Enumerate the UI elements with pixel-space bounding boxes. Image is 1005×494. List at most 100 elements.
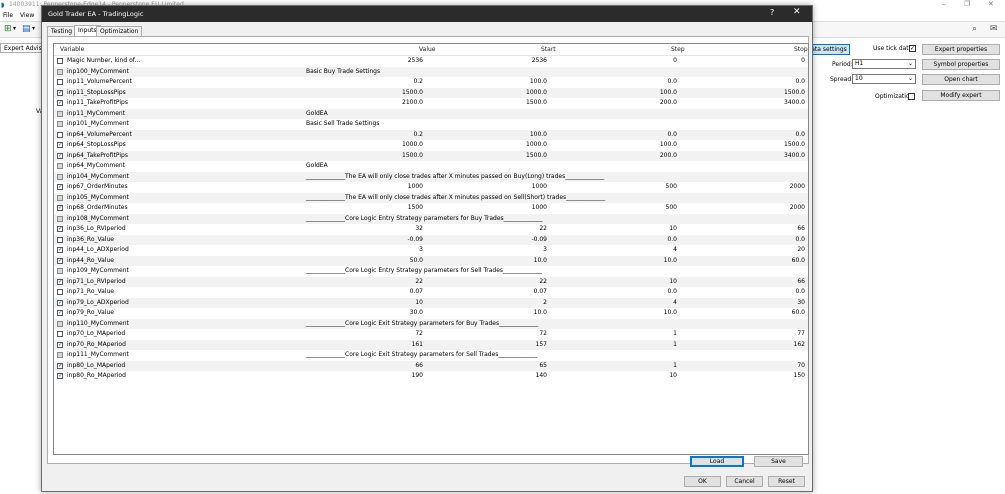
- step-cell[interactable]: 10: [669, 277, 677, 287]
- start-cell[interactable]: 10.0: [534, 256, 547, 266]
- stop-cell[interactable]: 66: [797, 224, 805, 234]
- value-cell[interactable]: 1000.0: [402, 140, 423, 150]
- step-cell[interactable]: 10: [669, 371, 677, 381]
- table-row[interactable]: inp110_MyComment _____________Core Logic …: [54, 318, 808, 329]
- step-cell[interactable]: 0.0: [667, 287, 677, 297]
- table-row[interactable]: ✓ inp36_Lo_RVIperiod 32 22 10 66: [54, 224, 808, 235]
- stop-cell[interactable]: 1500.0: [784, 88, 805, 98]
- stop-cell[interactable]: 150: [794, 371, 805, 381]
- search-icon[interactable]: ⌕: [972, 24, 977, 34]
- value-cell[interactable]: 0.07: [410, 287, 423, 297]
- step-cell[interactable]: 4: [673, 245, 677, 255]
- optimize-checkbox-checked[interactable]: ✓: [57, 226, 63, 232]
- optimize-checkbox-checked[interactable]: ✓: [57, 100, 63, 106]
- table-row[interactable]: inp64_VolumePercent 0.2 100.0 0.0 0.0: [54, 129, 808, 140]
- table-row[interactable]: ✓ inp71_Lo_RVIperiod 22 22 10 66: [54, 276, 808, 287]
- optimization-checkbox[interactable]: [908, 93, 915, 100]
- comment-value[interactable]: Basic Buy Trade Settings: [306, 67, 380, 77]
- comment-value[interactable]: _____________Core Logic Entry Strategy p…: [306, 214, 543, 224]
- table-row[interactable]: ✓ inp67_OrderMinutes 1000 1000 500 2000: [54, 182, 808, 193]
- stop-cell[interactable]: 1500.0: [784, 140, 805, 150]
- value-cell[interactable]: 3: [419, 245, 423, 255]
- dialog-titlebar[interactable]: Gold Trader EA - TradingLogic ? ✕: [42, 6, 812, 22]
- step-cell[interactable]: 1: [673, 329, 677, 339]
- value-cell[interactable]: 2100.0: [402, 98, 423, 108]
- step-cell[interactable]: 500: [666, 203, 677, 213]
- stop-cell[interactable]: 0.0: [795, 77, 805, 87]
- optimize-checkbox[interactable]: [57, 331, 63, 337]
- start-cell[interactable]: 22: [539, 224, 547, 234]
- comment-value[interactable]: _____________Core Logic Entry Strategy p…: [306, 266, 542, 276]
- optimize-checkbox-checked[interactable]: ✓: [57, 142, 63, 148]
- table-row[interactable]: inp36_Ro_Value -0.09 -0.09 0.0 0.0: [54, 234, 808, 245]
- table-row[interactable]: inp70_Lo_MAperiod 72 72 1 77: [54, 329, 808, 340]
- optimize-checkbox[interactable]: [57, 131, 63, 138]
- stop-cell[interactable]: 0.0: [795, 287, 805, 297]
- comment-value[interactable]: GoldEA: [306, 109, 328, 119]
- step-cell[interactable]: 0.0: [667, 77, 677, 87]
- inputs-table[interactable]: Variable Value Start Step Stop Magic Num…: [53, 43, 809, 455]
- dropdown-arrow-icon[interactable]: ▾: [32, 25, 35, 32]
- comment-value[interactable]: _____________Core Logic Exit Strategy pa…: [306, 350, 537, 360]
- table-row[interactable]: ✓ inp44_Ro_Value 50.0 10.0 10.0 60.0: [54, 255, 808, 266]
- stop-cell[interactable]: 77: [797, 329, 805, 339]
- table-row[interactable]: ✓ inp80_Lo_MAperiod 66 65 1 70: [54, 360, 808, 371]
- menu-file[interactable]: File: [3, 12, 13, 19]
- dropdown-arrow-icon[interactable]: ▾: [13, 25, 16, 32]
- optimize-checkbox[interactable]: [57, 58, 63, 64]
- table-row[interactable]: ✓ inp68_OrderMinutes 1500 1000 500 2000: [54, 203, 808, 214]
- table-row[interactable]: ✓ inp79_Ro_Value 30.0 10.0 10.0 60.0: [54, 308, 808, 319]
- optimize-checkbox-checked[interactable]: ✓: [57, 299, 63, 306]
- comment-value[interactable]: _____________Core Logic Exit Strategy pa…: [306, 319, 538, 329]
- optimize-checkbox-checked[interactable]: ✓: [57, 257, 63, 264]
- step-cell[interactable]: 0.0: [667, 130, 677, 140]
- optimize-checkbox-checked[interactable]: ✓: [57, 247, 63, 253]
- step-cell[interactable]: 100.0: [660, 140, 677, 150]
- stop-cell[interactable]: 3400.0: [784, 98, 805, 108]
- minimize-icon[interactable]: –: [942, 0, 946, 8]
- table-row[interactable]: inp108_MyComment _____________Core Logic …: [54, 213, 808, 224]
- value-cell[interactable]: -0.09: [407, 235, 423, 245]
- step-cell[interactable]: 1: [673, 340, 677, 350]
- step-cell[interactable]: 100.0: [660, 88, 677, 98]
- save-button[interactable]: Save: [754, 456, 803, 467]
- new-order-icon[interactable]: ⊞: [4, 24, 12, 34]
- stop-cell[interactable]: 3400.0: [784, 151, 805, 161]
- value-cell[interactable]: 1500.0: [402, 151, 423, 161]
- value-cell[interactable]: 190: [412, 371, 423, 381]
- step-cell[interactable]: 0.0: [667, 235, 677, 245]
- column-step[interactable]: Step: [671, 46, 685, 53]
- table-row[interactable]: inp71_Ro_Value 0.07 0.07 0.0 0.0: [54, 287, 808, 298]
- table-row[interactable]: inp101_MyComment Basic Sell Trade Setting…: [54, 119, 808, 130]
- stop-cell[interactable]: 0: [801, 56, 805, 66]
- start-cell[interactable]: 1000.0: [526, 88, 547, 98]
- table-row[interactable]: inp105_MyComment _____________The EA will…: [54, 192, 808, 203]
- step-cell[interactable]: 500: [666, 182, 677, 192]
- optimize-checkbox-checked[interactable]: ✓: [57, 278, 63, 285]
- profiles-icon[interactable]: ▤: [22, 24, 31, 34]
- value-cell[interactable]: 0.2: [413, 130, 423, 140]
- table-row[interactable]: ✓ inp11_TakeProfitPips 2100.0 1500.0 200.0 34…: [54, 98, 808, 109]
- start-cell[interactable]: 3: [543, 245, 547, 255]
- modify-expert-button[interactable]: Modify expert: [922, 90, 1000, 101]
- stop-cell[interactable]: 2000: [790, 182, 805, 192]
- table-row[interactable]: inp111_MyComment _____________Core Logic …: [54, 350, 808, 361]
- optimize-checkbox-checked[interactable]: ✓: [57, 205, 63, 211]
- column-stop[interactable]: Stop: [794, 46, 808, 53]
- table-row[interactable]: Magic Number, kind of... 2536 2536 0 0: [54, 56, 808, 67]
- stop-cell[interactable]: 60.0: [792, 256, 805, 266]
- stop-cell[interactable]: 30: [797, 298, 805, 308]
- period-select[interactable]: H1 ⌄: [852, 59, 916, 69]
- value-cell[interactable]: 50.0: [410, 256, 423, 266]
- value-cell[interactable]: 22: [415, 277, 423, 287]
- optimize-checkbox-checked[interactable]: ✓: [57, 310, 63, 316]
- optimize-checkbox-checked[interactable]: ✓: [57, 362, 63, 369]
- start-cell[interactable]: 1500.0: [526, 151, 547, 161]
- restore-icon[interactable]: ❐: [964, 0, 970, 8]
- ok-button[interactable]: OK: [684, 476, 721, 487]
- table-row[interactable]: inp11_MyComment GoldEA: [54, 108, 808, 119]
- table-row[interactable]: ✓ inp64_TakeProfitPips 1500.0 1500.0 200.0 34…: [54, 150, 808, 161]
- stop-cell[interactable]: 70: [797, 361, 805, 371]
- start-cell[interactable]: 1000.0: [526, 140, 547, 150]
- table-row[interactable]: inp104_MyComment _____________The EA will…: [54, 171, 808, 182]
